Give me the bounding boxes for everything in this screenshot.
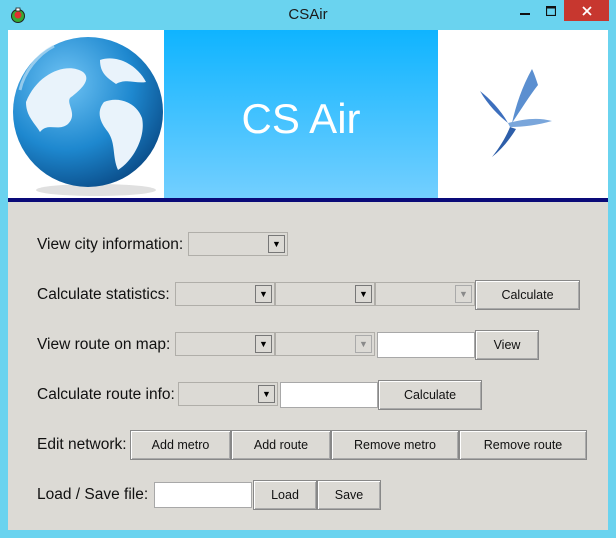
chevron-down-icon[interactable]: ▼ bbox=[455, 285, 472, 303]
chevron-down-icon[interactable]: ▼ bbox=[268, 235, 285, 253]
chevron-down-icon[interactable]: ▼ bbox=[255, 285, 272, 303]
route-info-select[interactable]: ▼ bbox=[178, 382, 278, 406]
close-icon bbox=[581, 5, 592, 16]
bird-logo bbox=[480, 69, 552, 157]
route-map-label: View route on map: bbox=[37, 336, 171, 353]
route-info-calculate-button[interactable]: Calculate bbox=[378, 380, 482, 410]
main-panel: CS Air View city information: ▼ Calculat… bbox=[8, 30, 608, 530]
add-route-button[interactable]: Add route bbox=[231, 430, 331, 460]
statistics-label: Calculate statistics: bbox=[37, 286, 170, 303]
city-select[interactable]: ▼ bbox=[188, 232, 288, 256]
globe-image bbox=[13, 37, 163, 196]
chevron-down-icon[interactable]: ▼ bbox=[355, 285, 372, 303]
minimize-icon bbox=[520, 12, 530, 15]
app-window: CSAir CS Air View city information: ▼ Ca… bbox=[0, 0, 616, 538]
banner-title: CS Air bbox=[241, 95, 361, 142]
view-route-button[interactable]: View bbox=[475, 330, 539, 360]
route-map-input[interactable] bbox=[377, 332, 475, 358]
statistics-select-1[interactable]: ▼ bbox=[175, 282, 275, 306]
statistics-calculate-button[interactable]: Calculate bbox=[475, 280, 580, 310]
route-info-input[interactable] bbox=[280, 382, 378, 408]
route-source-select[interactable]: ▼ bbox=[175, 332, 275, 356]
banner: CS Air bbox=[8, 30, 608, 198]
maximize-button[interactable] bbox=[538, 0, 564, 21]
chevron-down-icon[interactable]: ▼ bbox=[255, 335, 272, 353]
remove-route-button[interactable]: Remove route bbox=[459, 430, 587, 460]
remove-metro-button[interactable]: Remove metro bbox=[331, 430, 459, 460]
chevron-down-icon[interactable]: ▼ bbox=[258, 385, 275, 403]
edit-network-label: Edit network: bbox=[37, 436, 127, 453]
load-save-label: Load / Save file: bbox=[37, 486, 149, 503]
route-info-label: Calculate route info: bbox=[37, 386, 175, 403]
chevron-down-icon[interactable]: ▼ bbox=[355, 335, 372, 353]
statistics-select-2[interactable]: ▼ bbox=[275, 282, 375, 306]
banner-title-area: CS Air bbox=[164, 30, 438, 198]
route-dest-select[interactable]: ▼ bbox=[275, 332, 375, 356]
add-metro-button[interactable]: Add metro bbox=[130, 430, 231, 460]
minimize-button[interactable] bbox=[512, 0, 538, 21]
file-path-input[interactable] bbox=[154, 482, 252, 508]
title-bar[interactable]: CSAir bbox=[0, 0, 616, 30]
statistics-select-3[interactable]: ▼ bbox=[375, 282, 475, 306]
save-button[interactable]: Save bbox=[317, 480, 381, 510]
banner-divider bbox=[8, 198, 608, 202]
close-button[interactable] bbox=[564, 0, 609, 21]
maximize-icon bbox=[546, 5, 556, 16]
load-button[interactable]: Load bbox=[253, 480, 317, 510]
city-info-label: View city information: bbox=[37, 236, 184, 253]
